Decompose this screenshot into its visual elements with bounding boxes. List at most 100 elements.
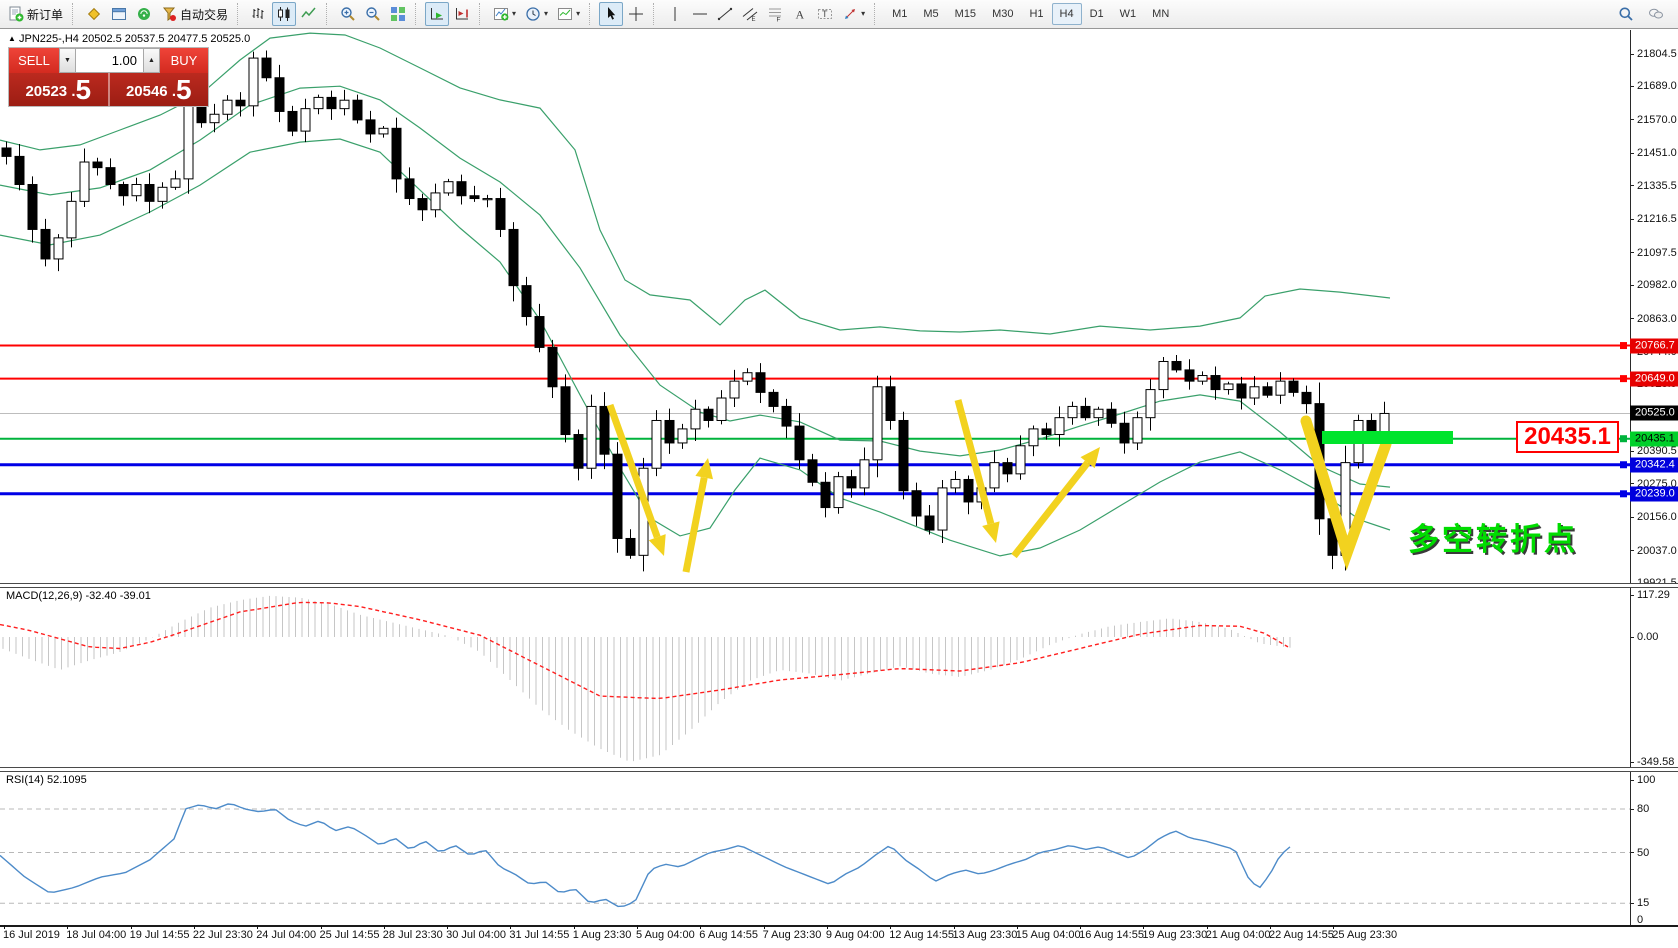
zoom-in-button[interactable] xyxy=(336,2,360,26)
mt4-window: 新订单 自动交易 ▾ ▾ ▾ E F A T ▾ xyxy=(0,0,1678,948)
time-tick-mark xyxy=(1017,925,1018,929)
price-tick-label: 21216.5 xyxy=(1637,213,1677,225)
volume-increase-button[interactable]: ▲ xyxy=(143,48,160,73)
turning-point-annotation[interactable]: 多空转折点 xyxy=(1408,514,1578,559)
crosshair-tool-button[interactable] xyxy=(624,2,648,26)
time-tick-mark xyxy=(637,925,638,929)
svg-text:T: T xyxy=(822,9,828,19)
data-window-icon xyxy=(111,6,127,22)
drawing-objects[interactable] xyxy=(610,400,1453,572)
data-window-button[interactable] xyxy=(107,2,131,26)
timeframe-h4-button[interactable]: H4 xyxy=(1052,3,1082,25)
zoom-out-icon xyxy=(365,6,381,22)
price-badge-20239.0: 20239.0 xyxy=(1630,486,1678,501)
time-tick-label: 7 Aug 23:30 xyxy=(763,929,822,941)
auto-trading-label: 自动交易 xyxy=(180,6,228,23)
price-tick-label: 21335.5 xyxy=(1637,180,1677,192)
collapse-triangle-icon[interactable]: ▲ xyxy=(8,34,16,43)
indicator-tick-label: 50 xyxy=(1637,847,1649,859)
time-tick-mark xyxy=(384,925,385,929)
price-badge-20435.1: 20435.1 xyxy=(1630,431,1678,446)
dropdown-caret-icon: ▾ xyxy=(861,10,865,18)
timeframe-m1-button[interactable]: M1 xyxy=(884,3,915,25)
timeframe-m30-button[interactable]: M30 xyxy=(984,3,1021,25)
timeframe-w1-button[interactable]: W1 xyxy=(1112,3,1145,25)
sell-button[interactable]: SELL xyxy=(9,48,59,73)
time-tick-mark xyxy=(1333,925,1334,929)
vertical-line-tool-button[interactable] xyxy=(663,2,687,26)
main-toolbar: 新订单 自动交易 ▾ ▾ ▾ E F A T ▾ xyxy=(0,0,1678,29)
indicator-tick-label: 0.00 xyxy=(1637,631,1658,643)
indicators-button[interactable]: ▾ xyxy=(489,2,520,26)
search-button[interactable] xyxy=(1614,2,1638,26)
time-tick-label: 15 Aug 04:00 xyxy=(1016,929,1081,941)
horizontal-line-tool-button[interactable] xyxy=(688,2,712,26)
price-tick-label: 20863.0 xyxy=(1637,313,1677,325)
fibonacci-icon: F xyxy=(767,6,783,22)
arrows-tool-button[interactable]: ▾ xyxy=(838,2,869,26)
toolbar-separator xyxy=(589,3,594,25)
timeframe-h1-button[interactable]: H1 xyxy=(1021,3,1051,25)
time-tick-mark xyxy=(131,925,132,929)
chat-button[interactable] xyxy=(1644,2,1668,26)
vertical-line-icon xyxy=(667,6,683,22)
time-tick-label: 25 Aug 23:30 xyxy=(1332,929,1397,941)
cursor-tool-button[interactable] xyxy=(599,2,623,26)
templates-button[interactable]: ▾ xyxy=(553,2,584,26)
price-badge-20766.7: 20766.7 xyxy=(1630,338,1678,353)
time-tick-label: 12 Aug 14:55 xyxy=(889,929,954,941)
auto-scroll-button[interactable] xyxy=(425,2,449,26)
price-badge-20525.0: 20525.0 xyxy=(1630,406,1678,421)
text-tool-button[interactable]: A xyxy=(788,2,812,26)
fibonacci-tool-button[interactable]: F xyxy=(763,2,787,26)
timeframe-d1-button[interactable]: D1 xyxy=(1082,3,1112,25)
tile-windows-button[interactable] xyxy=(386,2,410,26)
rsi-label: RSI(14) 52.1095 xyxy=(6,774,87,786)
line-chart-button[interactable] xyxy=(297,2,321,26)
new-order-button[interactable]: 新订单 xyxy=(4,2,67,26)
channel-tool-button[interactable]: E xyxy=(738,2,762,26)
price-badge-20342.4: 20342.4 xyxy=(1630,457,1678,472)
buy-price-display[interactable]: 20546 .5 xyxy=(110,73,209,106)
time-tick-label: 18 Jul 04:00 xyxy=(66,929,126,941)
chart-canvas[interactable] xyxy=(0,0,1678,948)
candle-chart-button[interactable] xyxy=(272,2,296,26)
timeframe-mn-button[interactable]: MN xyxy=(1144,3,1177,25)
buy-button[interactable]: BUY xyxy=(160,48,208,73)
bar-chart-button[interactable] xyxy=(247,2,271,26)
tile-windows-icon xyxy=(390,6,406,22)
chart-shift-button[interactable] xyxy=(450,2,474,26)
periods-button[interactable]: ▾ xyxy=(521,2,552,26)
text-label-tool-button[interactable]: T xyxy=(813,2,837,26)
candle-chart-icon xyxy=(276,6,292,22)
rsi-level-lines xyxy=(0,809,1630,903)
bollinger-bands xyxy=(0,33,1390,556)
macd-label: MACD(12,26,9) -32.40 -39.01 xyxy=(6,590,151,602)
macd-panel-divider[interactable] xyxy=(0,583,1678,588)
time-tick-label: 28 Jul 23:30 xyxy=(383,929,443,941)
time-tick-label: 13 Aug 23:30 xyxy=(953,929,1018,941)
timeframe-m5-button[interactable]: M5 xyxy=(915,3,946,25)
auto-trading-button[interactable]: 自动交易 xyxy=(157,2,232,26)
symbols-button[interactable] xyxy=(82,2,106,26)
trendline-tool-button[interactable] xyxy=(713,2,737,26)
time-tick-label: 25 Jul 14:55 xyxy=(320,929,380,941)
sell-price-display[interactable]: 20523 .5 xyxy=(9,73,110,106)
volume-decrease-button[interactable]: ▼ xyxy=(59,48,76,73)
svg-text:F: F xyxy=(777,17,781,23)
time-tick-label: 22 Jul 23:30 xyxy=(193,929,253,941)
timeframe-m15-button[interactable]: M15 xyxy=(947,3,984,25)
crosshair-icon xyxy=(628,6,644,22)
auto-scroll-icon xyxy=(429,6,445,22)
navigator-button[interactable] xyxy=(132,2,156,26)
support-highlight-bar[interactable] xyxy=(1322,431,1453,444)
time-tick-mark xyxy=(321,925,322,929)
price-tick-label: 21097.5 xyxy=(1637,247,1677,259)
price-level-callout[interactable]: 20435.1 xyxy=(1516,421,1619,453)
time-tick-label: 16 Jul 2019 xyxy=(3,929,60,941)
volume-input[interactable] xyxy=(76,48,143,73)
new-order-label: 新订单 xyxy=(27,6,63,23)
new-order-icon xyxy=(8,6,24,22)
zoom-out-button[interactable] xyxy=(361,2,385,26)
rsi-panel-divider[interactable] xyxy=(0,767,1678,772)
